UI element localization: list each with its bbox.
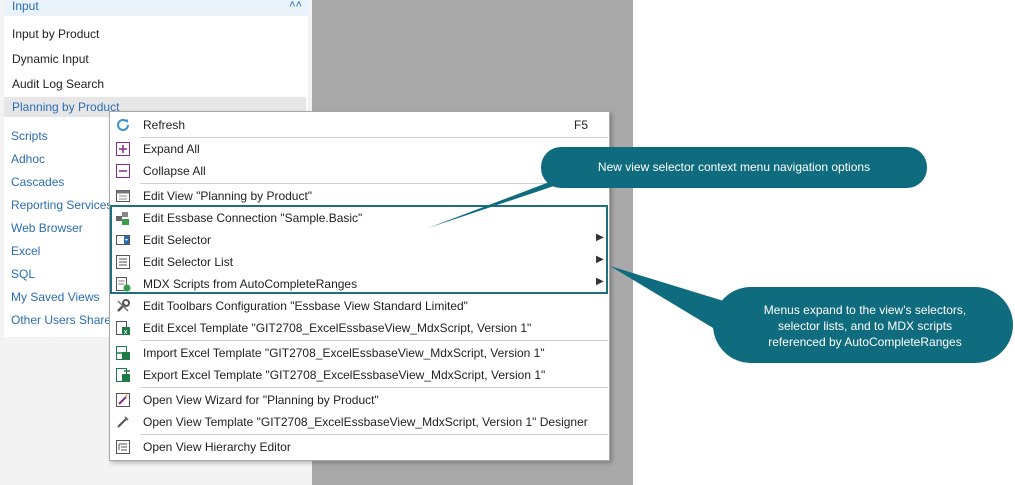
callout-bottom-text: Menus expand to the view's selectors, se… — [716, 302, 1014, 350]
callout-shapes — [428, 147, 1013, 363]
callout-bottom-line: selector lists, and to MDX scripts — [777, 319, 953, 333]
callout-bottom-line: Menus expand to the view's selectors, — [763, 303, 967, 317]
callout-bottom-line: referenced by AutoCompleteRanges — [768, 335, 962, 349]
callout-top-text: New view selector context menu navigatio… — [597, 160, 871, 174]
